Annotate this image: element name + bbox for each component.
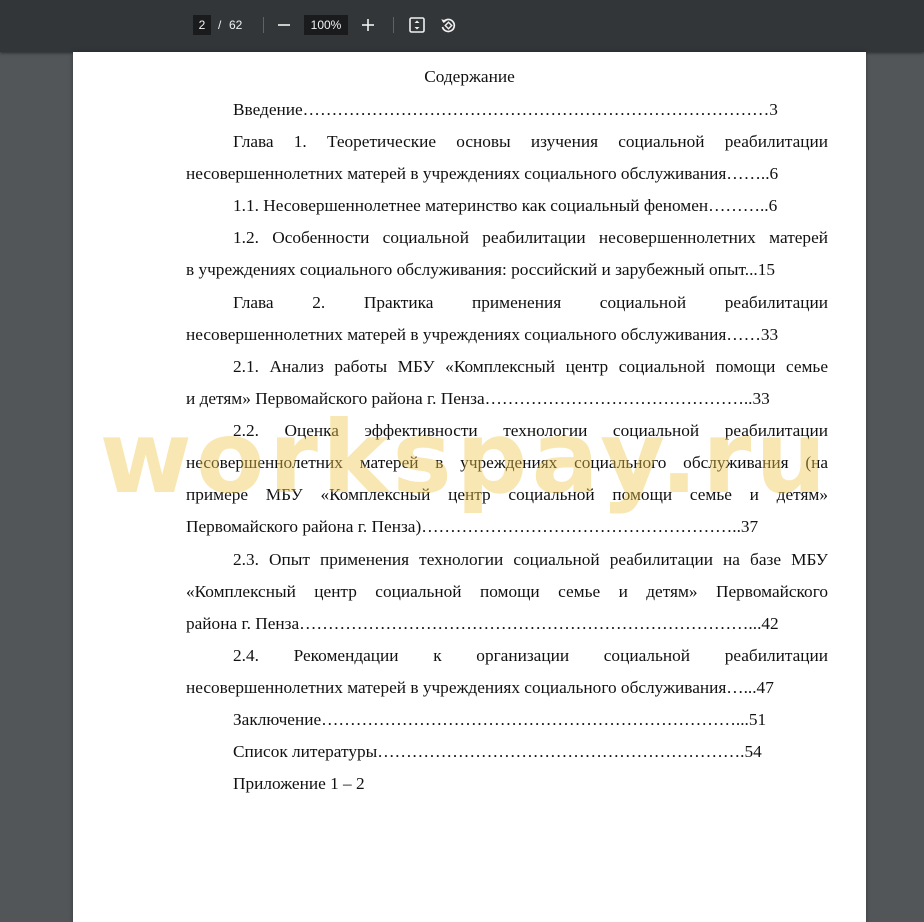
- toc-line: «Комплексный центр социальной помощи сем…: [186, 582, 828, 601]
- page-total: 62: [229, 18, 243, 32]
- toc-line: несовершеннолетних матерей в учреждениях…: [186, 164, 779, 183]
- toc-line: 2.4. Рекомендации к организации социальн…: [233, 646, 828, 665]
- fit-to-page-icon: [409, 17, 425, 33]
- toc-line: несовершеннолетних матерей в учреждениях…: [186, 678, 774, 697]
- toc-line: Приложение 1 – 2: [233, 774, 365, 793]
- toc-line: Заключение………………………………………………………………...51: [233, 710, 767, 729]
- page-number-input[interactable]: [193, 15, 211, 35]
- zoom-in-button[interactable]: [355, 12, 381, 38]
- toc-line: несовершеннолетних матерей в учреждениях…: [186, 453, 828, 472]
- page-separator: /: [218, 18, 222, 32]
- plus-icon: [362, 19, 374, 31]
- toolbar-divider: [393, 17, 394, 33]
- document-page: Содержание Введение…………………………………………………………: [73, 52, 866, 922]
- toc-line: примере МБУ «Комплексный центр социально…: [186, 485, 828, 504]
- toc-line: в учреждениях социального обслуживания: …: [186, 260, 775, 279]
- toc-line: 1.1. Несовершеннолетнее материнство как …: [233, 196, 778, 215]
- rotate-button[interactable]: [435, 12, 461, 38]
- toolbar-divider: [263, 17, 264, 33]
- toc-line: Глава 2. Практика применения социальной …: [233, 293, 828, 312]
- toc-line: 2.3. Опыт применения технологии социальн…: [233, 550, 828, 569]
- toc-line: Глава 1. Теоретические основы изучения с…: [233, 132, 828, 151]
- toc-line: Первомайского района г. Пенза)……………………………: [186, 517, 759, 536]
- zoom-level-input[interactable]: [304, 15, 348, 35]
- toc-line: 2.1. Анализ работы МБУ «Комплексный цент…: [233, 357, 828, 376]
- pdf-toolbar: / 62: [0, 0, 924, 52]
- toc-line: и детям» Первомайского района г. Пенза………: [186, 389, 770, 408]
- toc-line: несовершеннолетних матерей в учреждениях…: [186, 325, 779, 344]
- toc-title: Содержание: [424, 67, 515, 86]
- zoom-out-button[interactable]: [271, 12, 297, 38]
- toc-line: района г. Пенза……………………………………………………………………: [186, 614, 779, 633]
- toc-line: 1.2. Особенности социальной реабилитации…: [233, 228, 828, 247]
- minus-icon: [278, 24, 290, 26]
- rotate-icon: [441, 18, 456, 33]
- toc-line: Список литературы……………………………………………………….5…: [233, 742, 762, 761]
- fit-to-page-button[interactable]: [404, 12, 430, 38]
- toc-line: Введение………………………………………………………………………3: [233, 100, 778, 119]
- toc-line: 2.2. Оценка эффективности технологии соц…: [233, 421, 828, 440]
